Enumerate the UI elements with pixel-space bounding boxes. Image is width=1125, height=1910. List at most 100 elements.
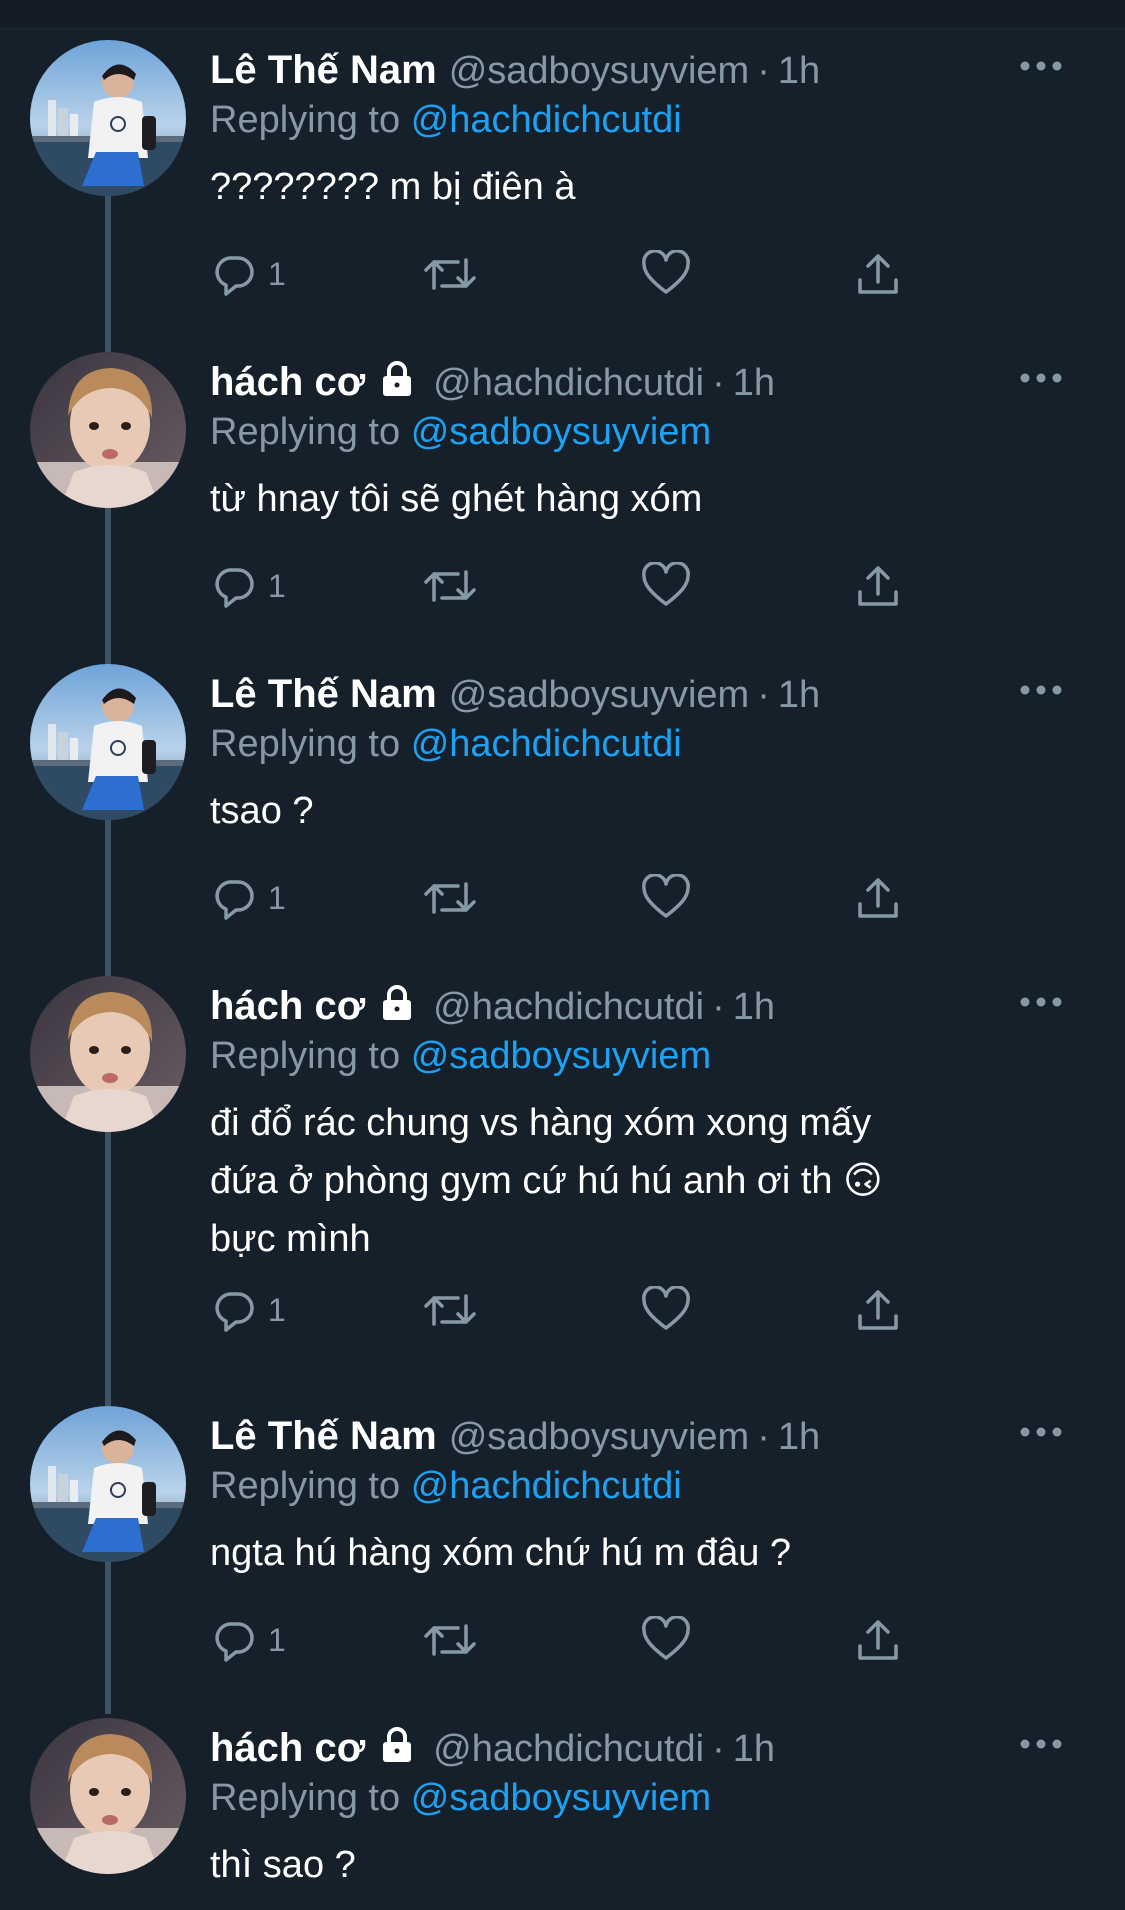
- reply-count: 1: [268, 567, 286, 604]
- share-button[interactable]: [854, 1612, 902, 1668]
- like-button[interactable]: [640, 1612, 692, 1668]
- user-handle[interactable]: @hachdichcutdi: [433, 986, 704, 1028]
- reply-icon: [215, 568, 254, 608]
- avatar[interactable]: [30, 664, 186, 820]
- like-button[interactable]: [640, 558, 692, 614]
- share-button[interactable]: [854, 1282, 902, 1338]
- more-options-button[interactable]: [1017, 48, 1065, 84]
- display-name[interactable]: hách cơ: [210, 360, 365, 404]
- retweet-button[interactable]: [422, 1282, 478, 1338]
- more-options-button[interactable]: [1017, 984, 1065, 1020]
- reply-count: 1: [268, 1621, 286, 1658]
- more-options-button[interactable]: [1017, 1726, 1065, 1762]
- reply-icon: [215, 1292, 254, 1332]
- avatar[interactable]: [30, 352, 186, 508]
- retweet-icon: [424, 258, 476, 290]
- avatar[interactable]: [30, 976, 186, 1132]
- tweet-text: ngta hú hàng xóm chứ hú m đâu ?: [210, 1532, 792, 1574]
- user-handle[interactable]: @sadboysuyviem: [449, 674, 749, 716]
- retweet-button[interactable]: [422, 870, 478, 926]
- user-handle[interactable]: @sadboysuyviem: [449, 1416, 749, 1458]
- reply-count: 1: [268, 1291, 286, 1328]
- timestamp[interactable]: 1h: [733, 362, 775, 404]
- reply-button[interactable]: 1: [210, 870, 286, 926]
- tweet-text: ???????? m bị điên à: [210, 166, 576, 208]
- display-name[interactable]: hách cơ: [210, 1726, 365, 1770]
- replying-to-link[interactable]: @sadboysuyviem: [411, 411, 711, 453]
- tweet-actions: 1: [210, 558, 910, 614]
- replying-to-link[interactable]: @hachdichcutdi: [411, 723, 682, 765]
- share-icon: [858, 1290, 898, 1330]
- replying-to-label: Replying to: [210, 1465, 401, 1507]
- more-options-button[interactable]: [1017, 1414, 1065, 1450]
- retweet-icon: [424, 882, 476, 914]
- like-button[interactable]: [640, 246, 692, 302]
- tweet-text: từ hnay tôi sẽ ghét hàng xóm: [210, 478, 703, 520]
- timestamp[interactable]: 1h: [733, 986, 775, 1028]
- timestamp[interactable]: 1h: [778, 674, 820, 716]
- tweet-text: thì sao ?: [210, 1844, 356, 1886]
- like-button[interactable]: [640, 870, 692, 926]
- share-button[interactable]: [854, 870, 902, 926]
- replying-to-link[interactable]: @hachdichcutdi: [411, 99, 682, 141]
- user-handle[interactable]: @sadboysuyviem: [449, 50, 749, 92]
- display-name[interactable]: Lê Thế Nam: [210, 672, 437, 716]
- lock-icon: [383, 361, 412, 396]
- more-options-button[interactable]: [1017, 360, 1065, 396]
- reply-button[interactable]: 1: [210, 1612, 286, 1668]
- more-options-button[interactable]: [1017, 672, 1065, 708]
- thread-line: [105, 1130, 111, 1406]
- tweet-header: Lê Thế Nam @sadboysuyviem · 1h: [210, 670, 820, 719]
- share-button[interactable]: [854, 246, 902, 302]
- status-strip: [0, 0, 1125, 29]
- replying-to-link[interactable]: @sadboysuyviem: [411, 1035, 711, 1077]
- thread-line: [105, 196, 111, 352]
- hach-avatar-image: [30, 1718, 186, 1874]
- replying-to: Replying to @hachdichcutdi: [210, 1462, 682, 1510]
- display-name[interactable]: Lê Thế Nam: [210, 1414, 437, 1458]
- display-name[interactable]: Lê Thế Nam: [210, 48, 437, 92]
- replying-to-label: Replying to: [210, 1777, 401, 1819]
- timestamp[interactable]: 1h: [778, 1416, 820, 1458]
- replying-to: Replying to @sadboysuyviem: [210, 1774, 711, 1822]
- user-handle[interactable]: @hachdichcutdi: [433, 362, 704, 404]
- display-name[interactable]: hách cơ: [210, 984, 365, 1028]
- timestamp[interactable]: 1h: [733, 1728, 775, 1770]
- reply-icon: [215, 880, 254, 920]
- replying-to-link[interactable]: @hachdichcutdi: [411, 1465, 682, 1507]
- replying-to-label: Replying to: [210, 411, 401, 453]
- like-button[interactable]: [640, 1282, 692, 1338]
- heart-icon: [642, 250, 690, 294]
- reply-button[interactable]: 1: [210, 246, 286, 302]
- heart-icon: [642, 1616, 690, 1660]
- reply-button[interactable]: 1: [210, 1282, 286, 1338]
- tweet-actions: 1: [210, 246, 910, 302]
- nam-avatar-image: [30, 40, 186, 196]
- timestamp[interactable]: 1h: [778, 50, 820, 92]
- separator-dot: ·: [712, 362, 725, 404]
- separator-dot: ·: [757, 50, 770, 92]
- retweet-button[interactable]: [422, 1612, 478, 1668]
- tweet-text: tsao ?: [210, 790, 314, 832]
- avatar[interactable]: [30, 40, 186, 196]
- replying-to-link[interactable]: @sadboysuyviem: [411, 1777, 711, 1819]
- separator-dot: ·: [757, 674, 770, 716]
- avatar[interactable]: [30, 1406, 186, 1562]
- share-button[interactable]: [854, 558, 902, 614]
- tweet-actions: 1: [210, 1612, 910, 1668]
- thread-line: [105, 818, 111, 978]
- replying-to: Replying to @sadboysuyviem: [210, 408, 711, 456]
- lock-icon: [383, 985, 412, 1020]
- avatar[interactable]: [30, 1718, 186, 1874]
- replying-to-label: Replying to: [210, 1035, 401, 1077]
- reply-button[interactable]: 1: [210, 558, 286, 614]
- retweet-icon: [424, 570, 476, 602]
- retweet-button[interactable]: [422, 246, 478, 302]
- user-handle[interactable]: @hachdichcutdi: [433, 1728, 704, 1770]
- nam-avatar-image: [30, 664, 186, 820]
- retweet-icon: [424, 1294, 476, 1326]
- tweet-text: đi đổ rác chung vs hàng xóm xong mấy đứa…: [210, 1102, 883, 1260]
- retweet-button[interactable]: [422, 558, 478, 614]
- hach-avatar-image: [30, 976, 186, 1132]
- more-horizontal-icon: [1020, 997, 1062, 1007]
